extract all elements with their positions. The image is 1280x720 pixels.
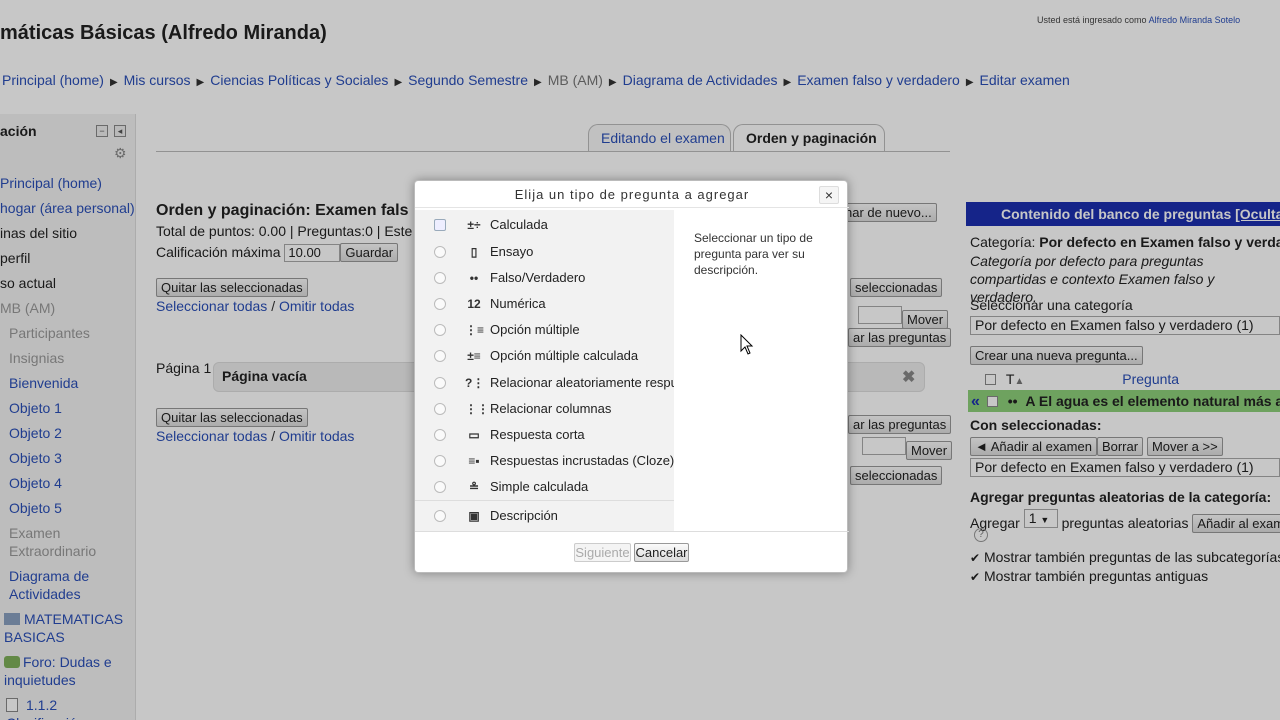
dialog-header-divider — [415, 207, 849, 208]
short-answer-icon: ▭ — [468, 428, 480, 442]
multichoice-icon: ⋮≡ — [465, 323, 485, 337]
description-icon: ▣ — [468, 509, 480, 523]
option-multichoice[interactable]: ⋮≡ Opción múltiple — [415, 318, 674, 342]
radio-button[interactable] — [434, 403, 446, 415]
close-icon[interactable]: × — [819, 186, 839, 204]
option-calculated-simple[interactable]: ≗ Simple calculada — [415, 475, 674, 499]
option-calculated-multi[interactable]: ±≡ Opción múltiple calculada — [415, 344, 674, 368]
option-label: Opción múltiple calculada — [490, 348, 639, 363]
radio-button[interactable] — [434, 246, 446, 258]
options-divider — [415, 500, 674, 501]
dialog-title: Elija un tipo de pregunta a agregar — [514, 187, 750, 202]
radio-button[interactable] — [434, 377, 446, 389]
next-button[interactable]: Siguiente — [574, 543, 631, 562]
dialog-footer-divider — [415, 531, 849, 532]
radio-button[interactable] — [434, 219, 446, 231]
radio-button[interactable] — [434, 324, 446, 336]
radio-button[interactable] — [434, 481, 446, 493]
calculated-multi-icon: ±≡ — [467, 349, 481, 363]
true-false-icon: •• — [469, 271, 479, 285]
calculated-simple-icon: ≗ — [468, 480, 480, 494]
radio-button[interactable] — [434, 510, 446, 522]
random-match-icon: ?⋮ — [465, 376, 485, 390]
option-calculated[interactable]: ±÷ Calculada — [415, 213, 674, 237]
option-label: Falso/Verdadero — [490, 270, 586, 285]
option-random-match[interactable]: ?⋮ Relacionar aleatoriamente respu — [415, 371, 674, 395]
option-label: Simple calculada — [490, 479, 589, 494]
option-numerical[interactable]: 12 Numérica — [415, 292, 674, 316]
option-true-false[interactable]: •• Falso/Verdadero — [415, 266, 674, 290]
option-label: Descripción — [490, 508, 558, 523]
cancel-button[interactable]: Cancelar — [634, 543, 689, 562]
radio-button[interactable] — [434, 272, 446, 284]
option-label: Numérica — [490, 296, 546, 311]
option-label: Ensayo — [490, 244, 534, 259]
radio-button[interactable] — [434, 298, 446, 310]
question-type-list: ±÷ Calculada ▯ Ensayo •• Falso/Verdadero 12… — [415, 210, 674, 531]
cloze-icon: ≡▪ — [468, 454, 480, 468]
option-short-answer[interactable]: ▭ Respuesta corta — [415, 423, 674, 447]
numerical-icon: 12 — [467, 297, 481, 311]
match-icon: ⋮⋮ — [465, 402, 489, 416]
option-cloze[interactable]: ≡▪ Respuestas incrustadas (Cloze) — [415, 449, 674, 473]
option-label: Relacionar columnas — [490, 401, 612, 416]
radio-button[interactable] — [434, 350, 446, 362]
option-description[interactable]: ▣ Descripción — [415, 504, 674, 528]
option-essay[interactable]: ▯ Ensayo — [415, 240, 674, 264]
option-label: Calculada — [490, 217, 548, 232]
option-match[interactable]: ⋮⋮ Relacionar columnas — [415, 397, 674, 421]
radio-button[interactable] — [434, 455, 446, 467]
question-type-description: Seleccionar un tipo de pregunta para ver… — [694, 231, 813, 277]
option-label: Respuesta corta — [490, 427, 585, 442]
essay-icon: ▯ — [470, 245, 478, 259]
mouse-cursor-icon — [740, 334, 754, 355]
calculated-icon: ±÷ — [467, 218, 481, 232]
option-label: Opción múltiple — [490, 322, 580, 337]
question-type-dialog: Elija un tipo de pregunta a agregar × ±÷… — [414, 180, 849, 573]
option-label: Respuestas incrustadas (Cloze) — [490, 453, 674, 468]
option-label: Relacionar aleatoriamente respu — [490, 375, 674, 390]
radio-button[interactable] — [434, 429, 446, 441]
